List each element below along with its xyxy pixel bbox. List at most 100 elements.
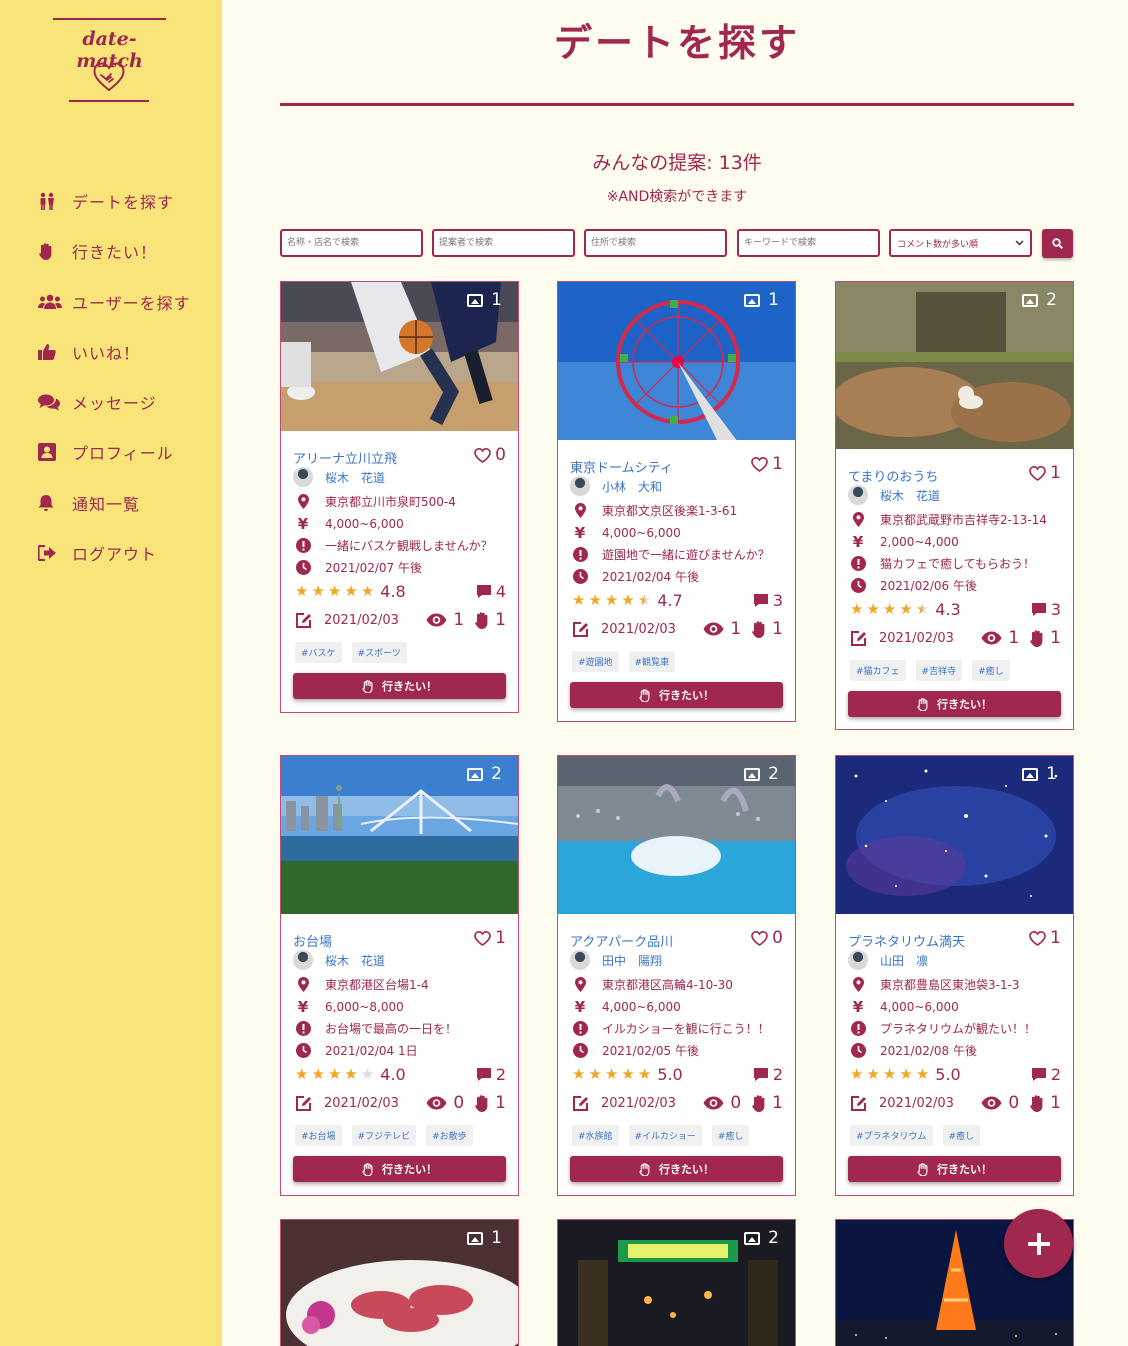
add-proposal-button[interactable] — [1004, 1209, 1073, 1278]
like-button[interactable]: 0 — [474, 445, 506, 465]
name-search-input[interactable] — [280, 229, 423, 257]
tag[interactable]: #プラネタリウム — [850, 1125, 933, 1146]
card-photo[interactable]: 2 — [281, 756, 518, 914]
sidebar-item-profile[interactable]: プロフィール — [38, 439, 218, 465]
card-user-row[interactable]: 桜木 花道 — [293, 950, 385, 970]
comment-count[interactable]: 3 — [753, 591, 783, 610]
search-button[interactable] — [1042, 229, 1073, 258]
card-user-row[interactable]: 田中 陽翔 — [570, 950, 662, 970]
card-datetime-row: 2021/02/08 午後 — [848, 1042, 977, 1059]
proposal-card[interactable]: 1 東京ドームシティ 1 小林 大和 東京都文京区後楽1-3-61 ¥4,000… — [557, 281, 796, 722]
tag[interactable]: #バスケ — [295, 642, 342, 663]
card-user-row[interactable]: 桜木 花道 — [848, 485, 940, 505]
card-photo[interactable]: 2 — [836, 282, 1073, 449]
like-button[interactable]: 1 — [1029, 463, 1061, 483]
tag[interactable]: #お台場 — [295, 1125, 342, 1146]
proposal-card[interactable]: 1 アリーナ立川立飛 0 桜木 花道 東京都立川市泉町500-4 ¥4,000~… — [280, 281, 519, 713]
tag[interactable]: #猫カフェ — [850, 660, 906, 681]
card-user[interactable]: 桜木 花道 — [325, 469, 385, 486]
proposal-card[interactable]: 1 プラネタリウム満天 1 山田 凛 東京都豊島区東池袋3-1-3 ¥4,000… — [835, 755, 1074, 1196]
card-title[interactable]: てまりのおうち — [848, 466, 938, 485]
rating: ★ ★ ★ ★ ★ 4.7 — [572, 591, 683, 610]
card-meta-row: 2021/02/03 0 1 — [295, 1093, 506, 1113]
card-user[interactable]: 桜木 花道 — [880, 487, 940, 504]
card-datetime: 2021/02/06 午後 — [880, 579, 977, 593]
card-user[interactable]: 小林 大和 — [602, 478, 662, 495]
tag[interactable]: #遊園地 — [572, 651, 619, 672]
proposer-search-input[interactable] — [432, 229, 575, 257]
tag[interactable]: #癒し — [942, 1125, 981, 1146]
card-user[interactable]: 田中 陽翔 — [602, 952, 662, 969]
proposal-card[interactable]: 2 お台場 1 桜木 花道 東京都港区台場1-4 ¥6,000~8,000 お台… — [280, 755, 519, 1196]
avatar — [848, 950, 868, 970]
want-to-go-button[interactable]: 行きたい！ — [293, 673, 506, 699]
like-button[interactable]: 1 — [1029, 928, 1061, 948]
card-datetime: 2021/02/05 午後 — [602, 1044, 699, 1058]
logo[interactable]: date-match — [53, 18, 166, 104]
card-meta-row: 2021/02/03 0 1 — [572, 1093, 783, 1113]
comment-count[interactable]: 4 — [476, 582, 506, 601]
want-to-go-button[interactable]: 行きたい！ — [293, 1156, 506, 1182]
card-user-row[interactable]: 山田 凛 — [848, 950, 928, 970]
sidebar-item-notifications[interactable]: 通知一覧 — [38, 490, 218, 516]
proposal-card[interactable]: 2 てまりのおうち 1 桜木 花道 東京都武蔵野市吉祥寺2-13-14 ¥2,0… — [835, 281, 1074, 730]
tag[interactable]: #お散歩 — [426, 1125, 473, 1146]
comment-count[interactable]: 2 — [1031, 1065, 1061, 1084]
sidebar-item-logout[interactable]: ログアウト — [38, 540, 218, 566]
proposal-card[interactable]: 1 — [280, 1219, 519, 1346]
clock-icon — [295, 560, 311, 575]
card-photo[interactable]: 1 — [281, 1220, 518, 1346]
card-user[interactable]: 山田 凛 — [880, 952, 928, 969]
tag[interactable]: #癒し — [711, 1125, 750, 1146]
card-title[interactable]: アリーナ立川立飛 — [293, 448, 397, 467]
like-button[interactable]: 0 — [751, 928, 783, 948]
star-full-icon: ★ — [344, 582, 358, 600]
card-title[interactable]: お台場 — [293, 931, 332, 950]
sidebar-item-want-to-go[interactable]: 行きたい！ — [38, 238, 218, 264]
sort-select[interactable]: コメント数が多い順 — [889, 229, 1032, 257]
view-count-value: 1 — [1008, 628, 1020, 648]
comment-count-value: 2 — [772, 1065, 783, 1084]
comment-count[interactable]: 2 — [476, 1065, 506, 1084]
card-photo[interactable]: 2 — [558, 756, 795, 914]
comment-count[interactable]: 3 — [1031, 600, 1061, 619]
card-title[interactable]: 東京ドームシティ — [570, 457, 673, 476]
card-photo[interactable]: 1 — [836, 756, 1073, 914]
want-to-go-button[interactable]: 行きたい！ — [848, 1156, 1061, 1182]
card-user-row[interactable]: 小林 大和 — [570, 476, 662, 496]
search-note: ※AND検索ができます — [606, 189, 748, 205]
proposal-card[interactable]: 2 — [557, 1219, 796, 1346]
like-button[interactable]: 1 — [474, 928, 506, 948]
proposal-card[interactable]: 2 アクアパーク品川 0 田中 陽翔 東京都港区高輪4-10-30 ¥4,000… — [557, 755, 796, 1196]
tag[interactable]: #観覧車 — [628, 651, 676, 672]
sidebar-item-find-users[interactable]: ユーザーを探す — [38, 289, 218, 315]
tag[interactable]: #水族館 — [572, 1125, 619, 1146]
exclamation-icon — [850, 1021, 866, 1036]
card-photo[interactable]: 1 — [558, 282, 795, 440]
like-button[interactable]: 1 — [751, 454, 783, 474]
card-user[interactable]: 桜木 花道 — [325, 952, 385, 969]
card-datetime-row: 2021/02/06 午後 — [848, 577, 977, 594]
tag[interactable]: #癒し — [972, 660, 1010, 681]
card-photo[interactable]: 1 — [281, 282, 518, 431]
comment-count[interactable]: 2 — [753, 1065, 783, 1084]
card-title[interactable]: プラネタリウム満天 — [848, 931, 965, 950]
want-to-go-button[interactable]: 行きたい！ — [570, 1156, 783, 1182]
tag[interactable]: #フジテレビ — [351, 1125, 417, 1146]
star-full-icon: ★ — [588, 1065, 602, 1083]
sidebar-item-label: デートを探す — [72, 193, 175, 212]
card-user-row[interactable]: 桜木 花道 — [293, 467, 385, 487]
sidebar-item-find-date[interactable]: デートを探す — [38, 188, 218, 214]
card-title[interactable]: アクアパーク品川 — [570, 931, 673, 950]
tag[interactable]: #吉祥寺 — [915, 660, 963, 681]
card-photo[interactable]: 2 — [558, 1220, 795, 1346]
tag[interactable]: #スポーツ — [351, 642, 407, 663]
sidebar-item-likes[interactable]: いいね！ — [38, 339, 218, 365]
keyword-search-input[interactable] — [737, 229, 880, 257]
card-price: 6,000~8,000 — [325, 1000, 404, 1014]
address-search-input[interactable] — [584, 229, 727, 257]
want-to-go-button[interactable]: 行きたい！ — [570, 682, 783, 708]
sidebar-item-messages[interactable]: メッセージ — [38, 389, 218, 415]
want-to-go-button[interactable]: 行きたい！ — [848, 691, 1061, 717]
tag[interactable]: #イルカショー — [628, 1125, 702, 1146]
